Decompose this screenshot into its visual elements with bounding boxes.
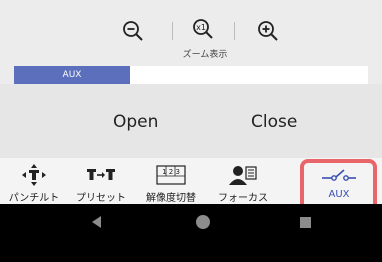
home-icon[interactable] [196,215,210,229]
nav-item-resolution-switch[interactable]: 1 2 3 解像度切替 [136,158,206,204]
zoom-in-icon [258,21,278,41]
recent-apps-icon[interactable] [300,217,311,228]
focus-icon [229,164,257,186]
zoom-divider [234,22,235,40]
nav-label-focus: フォーカス [218,193,268,204]
zoom-divider [172,22,173,40]
resolution-switch-icon: 1 2 3 [156,164,186,186]
zoom-out-icon [123,21,143,41]
tab-strip: AUX [14,66,368,84]
zoom-out-button[interactable] [120,18,146,44]
nav-item-pan-tilt[interactable]: パンチルト [6,158,62,204]
preset-icon [86,164,116,186]
back-icon[interactable] [92,216,101,228]
close-button[interactable]: Close [251,112,297,132]
tab-aux[interactable]: AUX [14,66,130,84]
pan-tilt-icon [22,164,46,186]
nav-item-focus[interactable]: フォーカス [210,158,276,204]
system-navigation-bar [0,204,382,262]
resolution-icon-text: 1 2 3 [162,168,180,176]
zoom-toolbar: x1 ズーム表示 [0,0,382,62]
nav-label-pan-tilt: パンチルト [8,193,60,204]
nav-label-preset: プリセット [76,193,126,204]
nav-item-preset[interactable]: プリセット [68,158,134,204]
zoom-reset-glyph: x1 [196,23,206,32]
zoom-in-button[interactable] [255,18,281,44]
zoom-reset-icon: x1 [193,19,213,39]
zoom-reset-button[interactable]: x1 [190,16,216,42]
aux-control-panel: Open Close [0,84,382,158]
zoom-display-label: ズーム表示 [182,50,228,60]
open-button[interactable]: Open [113,112,158,132]
nav-label-resolution-switch: 解像度切替 [146,193,196,204]
